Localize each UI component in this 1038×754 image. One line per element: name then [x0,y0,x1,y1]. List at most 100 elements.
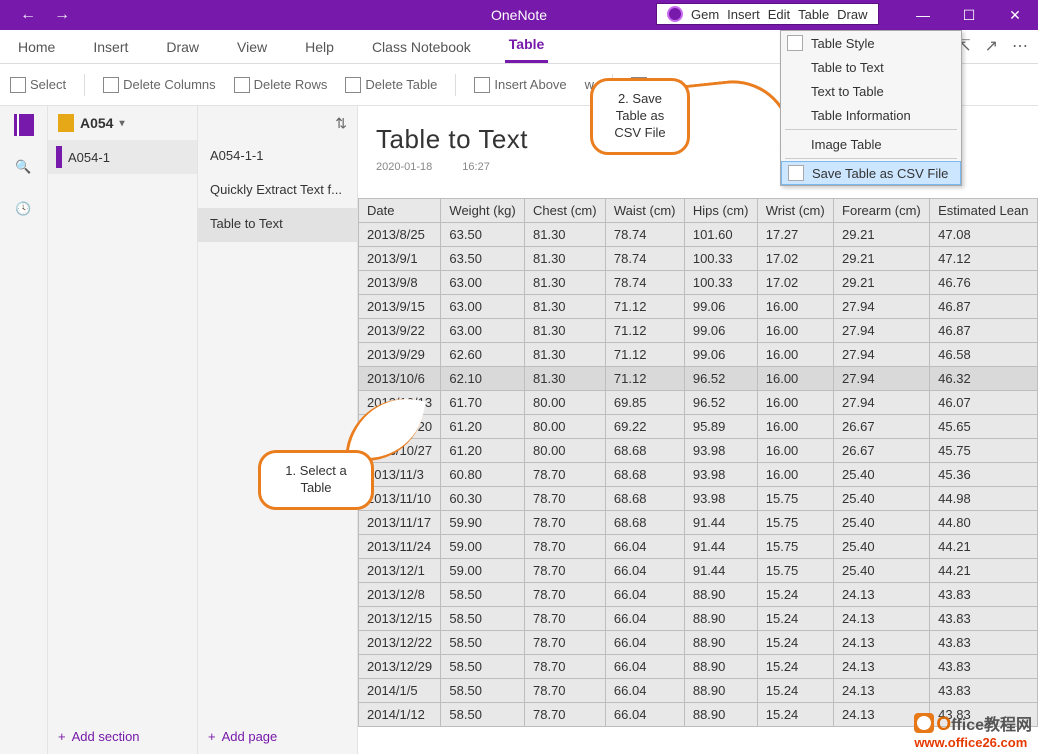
table-cell[interactable]: 99.06 [684,343,757,367]
table-cell[interactable]: 78.70 [525,559,606,583]
table-cell[interactable]: 91.44 [684,559,757,583]
table-cell[interactable]: 63.00 [441,295,525,319]
table-cell[interactable]: 46.87 [930,295,1038,319]
table-cell[interactable]: 26.67 [834,439,930,463]
table-cell[interactable]: 78.70 [525,655,606,679]
table-row[interactable]: 2013/12/2958.5078.7066.0488.9015.2424.13… [359,655,1038,679]
table-cell[interactable]: 62.60 [441,343,525,367]
table-cell[interactable]: 63.50 [441,247,525,271]
table-cell[interactable]: 47.12 [930,247,1038,271]
table-cell[interactable]: 78.70 [525,487,606,511]
recent-icon[interactable]: 🕓 [13,198,35,220]
table-cell[interactable]: 16.00 [757,319,833,343]
table-cell[interactable]: 27.94 [834,367,930,391]
table-cell[interactable]: 15.75 [757,559,833,583]
table-cell[interactable]: 24.13 [834,679,930,703]
table-cell[interactable]: 66.04 [605,703,684,727]
more-icon[interactable]: ⋯ [1012,36,1028,56]
table-cell[interactable]: 43.83 [930,679,1038,703]
table-row[interactable]: 2013/10/662.1081.3071.1296.5216.0027.944… [359,367,1038,391]
table-cell[interactable]: 78.70 [525,511,606,535]
table-cell[interactable]: 15.75 [757,511,833,535]
table-row[interactable]: 2013/9/163.5081.3078.74100.3317.0229.214… [359,247,1038,271]
table-cell[interactable]: 47.08 [930,223,1038,247]
gem-menu-edit[interactable]: Edit [768,7,790,22]
table-cell[interactable]: 80.00 [525,439,606,463]
table-cell[interactable]: 99.06 [684,319,757,343]
table-cell[interactable]: 16.00 [757,295,833,319]
table-cell[interactable]: 68.68 [605,463,684,487]
table-cell[interactable]: 2013/12/1 [359,559,441,583]
table-cell[interactable]: 27.94 [834,295,930,319]
gem-menu-gem[interactable]: Gem [691,7,719,22]
table-cell[interactable]: 88.90 [684,679,757,703]
table-cell[interactable]: 2014/1/12 [359,703,441,727]
table-cell[interactable]: 61.70 [441,391,525,415]
table-cell[interactable]: 15.75 [757,487,833,511]
table-cell[interactable]: 46.32 [930,367,1038,391]
table-cell[interactable]: 101.60 [684,223,757,247]
table-cell[interactable]: 44.80 [930,511,1038,535]
table-row[interactable]: 2013/12/858.5078.7066.0488.9015.2424.134… [359,583,1038,607]
tab-help[interactable]: Help [301,33,338,63]
section-item[interactable]: A054-1 [48,140,197,174]
table-row[interactable]: 2013/11/360.8078.7068.6893.9816.0025.404… [359,463,1038,487]
table-cell[interactable]: 15.75 [757,535,833,559]
table-header[interactable]: Waist (cm) [605,199,684,223]
menu-save-csv[interactable]: Save Table as CSV File [781,161,961,185]
table-cell[interactable]: 78.74 [605,223,684,247]
table-cell[interactable]: 16.00 [757,343,833,367]
table-cell[interactable]: 69.85 [605,391,684,415]
table-cell[interactable]: 45.65 [930,415,1038,439]
table-cell[interactable]: 25.40 [834,511,930,535]
table-cell[interactable]: 24.13 [834,607,930,631]
table-header[interactable]: Hips (cm) [684,199,757,223]
table-cell[interactable]: 88.90 [684,703,757,727]
table-cell[interactable]: 45.75 [930,439,1038,463]
table-cell[interactable]: 16.00 [757,367,833,391]
table-cell[interactable]: 2014/1/5 [359,679,441,703]
table-cell[interactable]: 24.13 [834,655,930,679]
table-cell[interactable]: 63.50 [441,223,525,247]
table-cell[interactable]: 81.30 [525,367,606,391]
table-cell[interactable]: 44.21 [930,559,1038,583]
search-icon[interactable]: 🔍 [13,156,35,178]
tab-class-notebook[interactable]: Class Notebook [368,33,475,63]
table-cell[interactable]: 58.50 [441,703,525,727]
table-cell[interactable]: 46.07 [930,391,1038,415]
table-cell[interactable]: 81.30 [525,271,606,295]
table-cell[interactable]: 100.33 [684,247,757,271]
table-cell[interactable]: 2013/9/1 [359,247,441,271]
gem-menu-draw[interactable]: Draw [837,7,867,22]
tab-table[interactable]: Table [505,30,549,63]
table-cell[interactable]: 81.30 [525,247,606,271]
table-cell[interactable]: 62.10 [441,367,525,391]
table-cell[interactable]: 24.13 [834,583,930,607]
table-cell[interactable]: 29.21 [834,223,930,247]
table-cell[interactable]: 2013/12/29 [359,655,441,679]
table-cell[interactable]: 78.70 [525,463,606,487]
table-row[interactable]: 2013/9/863.0081.3078.74100.3317.0229.214… [359,271,1038,295]
table-header[interactable]: Chest (cm) [525,199,606,223]
table-row[interactable]: 2013/10/2061.2080.0069.2295.8916.0026.67… [359,415,1038,439]
table-cell[interactable]: 2013/9/29 [359,343,441,367]
forward-icon[interactable]: → [54,6,70,24]
page-item[interactable]: Table to Text [198,208,357,242]
table-cell[interactable]: 81.30 [525,343,606,367]
table-row[interactable]: 2013/12/1558.5078.7066.0488.9015.2424.13… [359,607,1038,631]
menu-table-style[interactable]: Table Style [781,31,961,55]
table-cell[interactable]: 60.30 [441,487,525,511]
table-cell[interactable]: 29.21 [834,271,930,295]
table-cell[interactable]: 15.24 [757,703,833,727]
delete-columns-button[interactable]: Delete Columns [103,77,216,93]
table-cell[interactable]: 17.02 [757,271,833,295]
table-cell[interactable]: 93.98 [684,463,757,487]
table-row[interactable]: 2013/11/1060.3078.7068.6893.9815.7525.40… [359,487,1038,511]
table-cell[interactable]: 66.04 [605,583,684,607]
delete-table-button[interactable]: Delete Table [345,77,437,93]
table-cell[interactable]: 27.94 [834,343,930,367]
table-cell[interactable]: 81.30 [525,223,606,247]
table-cell[interactable]: 61.20 [441,415,525,439]
table-cell[interactable]: 2013/9/22 [359,319,441,343]
back-icon[interactable]: ← [20,6,36,24]
